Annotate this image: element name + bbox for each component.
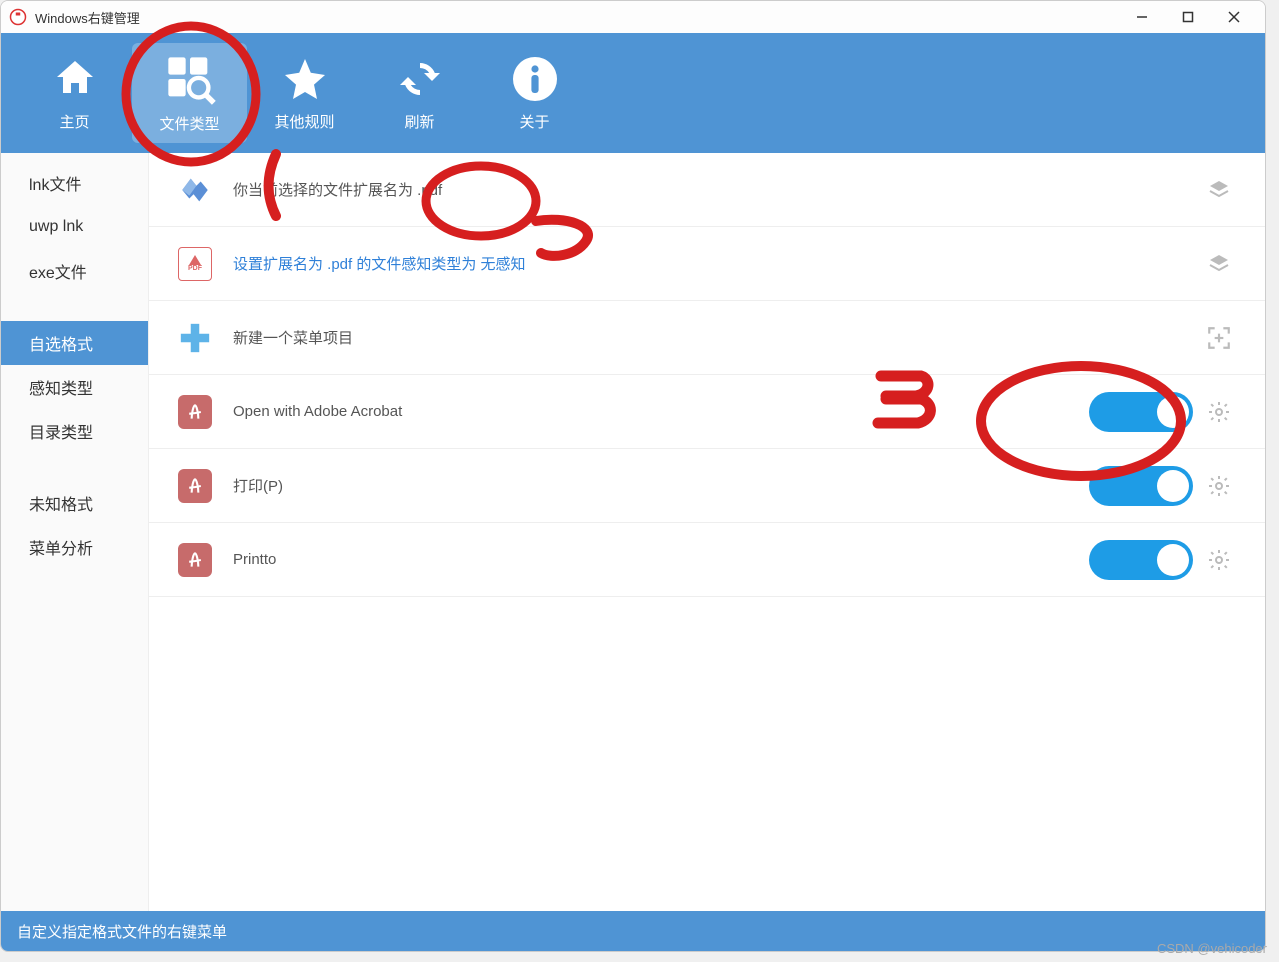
new-item-row[interactable]: 新建一个菜单项目: [149, 301, 1265, 375]
info-row: 你当前选择的文件扩展名为 .pdf: [149, 153, 1265, 227]
menu-item-label: Open with Adobe Acrobat: [233, 403, 1089, 420]
acrobat-icon: [177, 542, 213, 578]
close-button[interactable]: [1211, 1, 1257, 33]
menu-item-label: 打印(P): [233, 475, 1089, 496]
app-window: Windows右键管理 主页 文件类型 其他规则 刷新 关于 lnk文件: [0, 0, 1266, 952]
sidebar-item-custom[interactable]: 自选格式: [1, 321, 148, 365]
app-icon: [9, 8, 27, 26]
new-item-text: 新建一个菜单项目: [233, 327, 1193, 348]
pdf-icon: PDF: [177, 246, 213, 282]
status-text: 自定义指定格式文件的右键菜单: [17, 921, 227, 942]
gear-icon[interactable]: [1205, 398, 1233, 426]
statusbar: 自定义指定格式文件的右键菜单: [1, 911, 1265, 951]
toolbar-about[interactable]: 关于: [477, 43, 592, 143]
refresh-icon: [396, 55, 444, 103]
sidebar-item-lnk[interactable]: lnk文件: [1, 161, 148, 205]
titlebar: Windows右键管理: [1, 1, 1265, 33]
toolbar-label: 主页: [59, 111, 89, 132]
info-icon: [511, 55, 559, 103]
sidebar-item-exe[interactable]: exe文件: [1, 249, 148, 293]
toolbar-filetype[interactable]: 文件类型: [132, 43, 247, 143]
sidebar-item-unknown[interactable]: 未知格式: [1, 481, 148, 525]
plus-icon: [177, 320, 213, 356]
sidebar-item-dir[interactable]: 目录类型: [1, 409, 148, 453]
grid-search-icon: [164, 53, 216, 105]
gear-icon[interactable]: [1205, 546, 1233, 574]
maximize-button[interactable]: [1165, 1, 1211, 33]
menu-item-row: Printto: [149, 523, 1265, 597]
menu-item-label: Printto: [233, 551, 1089, 568]
toolbar-label: 关于: [519, 111, 549, 132]
home-icon: [51, 55, 99, 103]
gear-icon[interactable]: [1205, 472, 1233, 500]
body: lnk文件 uwp lnk exe文件 自选格式 感知类型 目录类型 未知格式 …: [1, 153, 1265, 911]
toolbar-refresh[interactable]: 刷新: [362, 43, 477, 143]
toolbar-other[interactable]: 其他规则: [247, 43, 362, 143]
toggle-switch[interactable]: [1089, 466, 1193, 506]
toolbar: 主页 文件类型 其他规则 刷新 关于: [1, 33, 1265, 153]
star-icon: [281, 55, 329, 103]
acrobat-icon: [177, 394, 213, 430]
toolbar-label: 其他规则: [274, 111, 334, 132]
menu-item-row: 打印(P): [149, 449, 1265, 523]
sidebar-item-analysis[interactable]: 菜单分析: [1, 525, 148, 569]
layers-icon[interactable]: [1205, 176, 1233, 204]
toolbar-home[interactable]: 主页: [17, 43, 132, 143]
extension-icon: [177, 172, 213, 208]
add-target-icon[interactable]: [1205, 324, 1233, 352]
layers-icon[interactable]: [1205, 250, 1233, 278]
toolbar-label: 文件类型: [159, 113, 219, 134]
toggle-switch[interactable]: [1089, 540, 1193, 580]
menu-item-row: Open with Adobe Acrobat: [149, 375, 1265, 449]
info-text: 你当前选择的文件扩展名为 .pdf: [233, 179, 1193, 200]
watermark: CSDN @vehicoder: [1157, 941, 1267, 956]
sidebar-item-perceive[interactable]: 感知类型: [1, 365, 148, 409]
window-title: Windows右键管理: [35, 8, 1119, 27]
perceive-text: 设置扩展名为 .pdf 的文件感知类型为 无感知: [233, 253, 1193, 274]
perceive-row[interactable]: PDF 设置扩展名为 .pdf 的文件感知类型为 无感知: [149, 227, 1265, 301]
toggle-switch[interactable]: [1089, 392, 1193, 432]
minimize-button[interactable]: [1119, 1, 1165, 33]
sidebar: lnk文件 uwp lnk exe文件 自选格式 感知类型 目录类型 未知格式 …: [1, 153, 149, 911]
acrobat-icon: [177, 468, 213, 504]
main-panel: 你当前选择的文件扩展名为 .pdf PDF 设置扩展名为 .pdf 的文件感知类…: [149, 153, 1265, 911]
sidebar-item-uwplnk[interactable]: uwp lnk: [1, 205, 148, 249]
toolbar-label: 刷新: [404, 111, 434, 132]
